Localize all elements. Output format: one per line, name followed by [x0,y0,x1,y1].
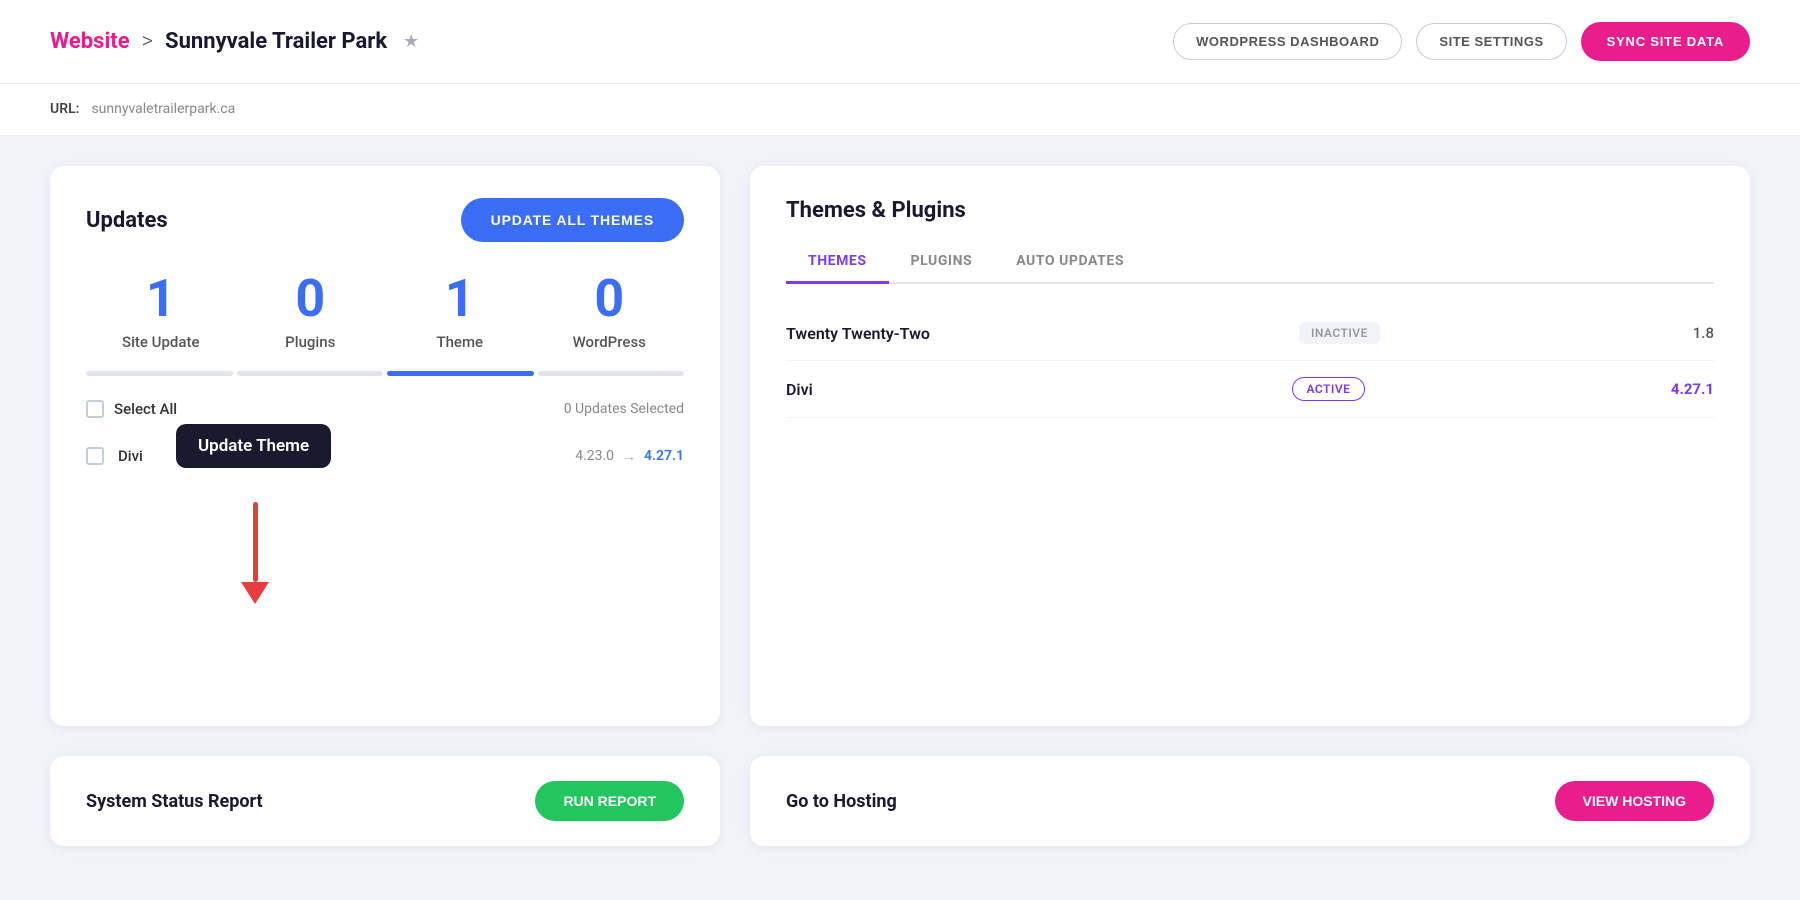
updates-panel: Updates UPDATE ALL THEMES 1 Site Update … [50,166,720,726]
update-theme-tooltip: Update Theme [176,424,331,468]
stat-label-plugins: Plugins [236,333,386,351]
theme-row-twentytwentytwo: Twenty Twenty-Two INACTIVE 1.8 [786,306,1714,361]
update-all-themes-button[interactable]: UPDATE ALL THEMES [461,198,684,242]
site-title: Sunnyvale Trailer Park [165,29,387,54]
system-status-panel: System Status Report RUN REPORT [50,756,720,846]
star-icon[interactable]: ★ [403,31,419,52]
tab-plugins[interactable]: PLUGINS [889,243,995,284]
stat-theme: 1 Theme [385,270,535,351]
theme-row-divi: Divi ACTIVE 4.27.1 [786,361,1714,418]
tooltip-text: Update Theme [176,424,331,468]
stat-plugins: 0 Plugins [236,270,386,351]
brand-link[interactable]: Website [50,29,130,54]
updates-panel-header: Updates UPDATE ALL THEMES [86,198,684,242]
main-content: Updates UPDATE ALL THEMES 1 Site Update … [0,136,1800,756]
select-all-label: Select All [114,400,177,418]
stat-label-site-update: Site Update [86,333,236,351]
wordpress-dashboard-button[interactable]: WORDPRESS DASHBOARD [1173,23,1402,60]
red-arrow-indicator [241,502,269,604]
header-actions: WORDPRESS DASHBOARD SITE SETTINGS SYNC S… [1173,22,1750,61]
select-all-checkbox[interactable] [86,400,104,418]
theme-name-divi: Divi [786,380,986,399]
url-bar: URL: sunnyvaletrailerpark.ca [0,84,1800,136]
arrow-head [241,582,269,604]
updates-selected-count: 0 Updates Selected [564,401,684,417]
hosting-panel: Go to Hosting VIEW HOSTING [750,756,1750,846]
version-arrow: → [622,448,636,465]
themes-plugins-panel: Themes & Plugins THEMES PLUGINS AUTO UPD… [750,166,1750,726]
stat-number-plugins: 0 [236,270,386,327]
divi-checkbox[interactable] [86,447,104,465]
system-status-title: System Status Report [86,791,263,812]
table-actions: Select All 0 Updates Selected [86,400,684,418]
breadcrumb: Website > Sunnyvale Trailer Park ★ [50,29,419,54]
tabs-row: THEMES PLUGINS AUTO UPDATES [786,243,1714,284]
theme-name-twentytwentytwo: Twenty Twenty-Two [786,324,986,343]
stat-number-site-update: 1 [86,270,236,327]
stat-label-theme: Theme [385,333,535,351]
stat-wordpress: 0 WordPress [535,270,685,351]
progress-seg-3 [387,371,534,376]
stat-label-wordpress: WordPress [535,333,685,351]
progress-row [86,371,684,376]
divi-version-info: 4.23.0 → 4.27.1 [575,448,684,465]
bottom-row: System Status Report RUN REPORT Go to Ho… [0,756,1800,876]
arrow-line [253,502,258,582]
url-label: URL: [50,101,79,117]
header: Website > Sunnyvale Trailer Park ★ WORDP… [0,0,1800,84]
updates-title: Updates [86,208,168,233]
stat-number-theme: 1 [385,270,535,327]
progress-seg-4 [538,371,685,376]
url-value: sunnyvaletrailerpark.ca [91,101,235,117]
version-to: 4.27.1 [644,448,684,464]
progress-seg-1 [86,371,233,376]
stats-row: 1 Site Update 0 Plugins 1 Theme 0 WordPr… [86,270,684,351]
stat-number-wordpress: 0 [535,270,685,327]
stat-site-update: 1 Site Update [86,270,236,351]
theme-version-twentytwentytwo: 1.8 [1693,324,1714,342]
progress-seg-2 [237,371,384,376]
select-all-row: Select All [86,400,177,418]
theme-version-divi: 4.27.1 [1671,380,1714,398]
tab-auto-updates[interactable]: AUTO UPDATES [994,243,1146,284]
themes-plugins-title: Themes & Plugins [786,198,1714,223]
view-hosting-button[interactable]: VIEW HOSTING [1555,781,1714,821]
version-from: 4.23.0 [575,448,614,464]
tab-themes[interactable]: THEMES [786,243,889,284]
red-arrow [241,502,269,604]
theme-status-active: ACTIVE [1292,377,1366,401]
run-report-button[interactable]: RUN REPORT [535,781,684,821]
hosting-title: Go to Hosting [786,791,897,812]
breadcrumb-separator: > [142,29,153,54]
divi-section: Update Theme Divi ↻ ACTIVE 4.23.0 → 4.27… [86,434,684,478]
site-settings-button[interactable]: SITE SETTINGS [1416,23,1566,60]
theme-status-inactive: INACTIVE [1299,322,1380,344]
sync-site-data-button[interactable]: SYNC SITE DATA [1581,22,1750,61]
